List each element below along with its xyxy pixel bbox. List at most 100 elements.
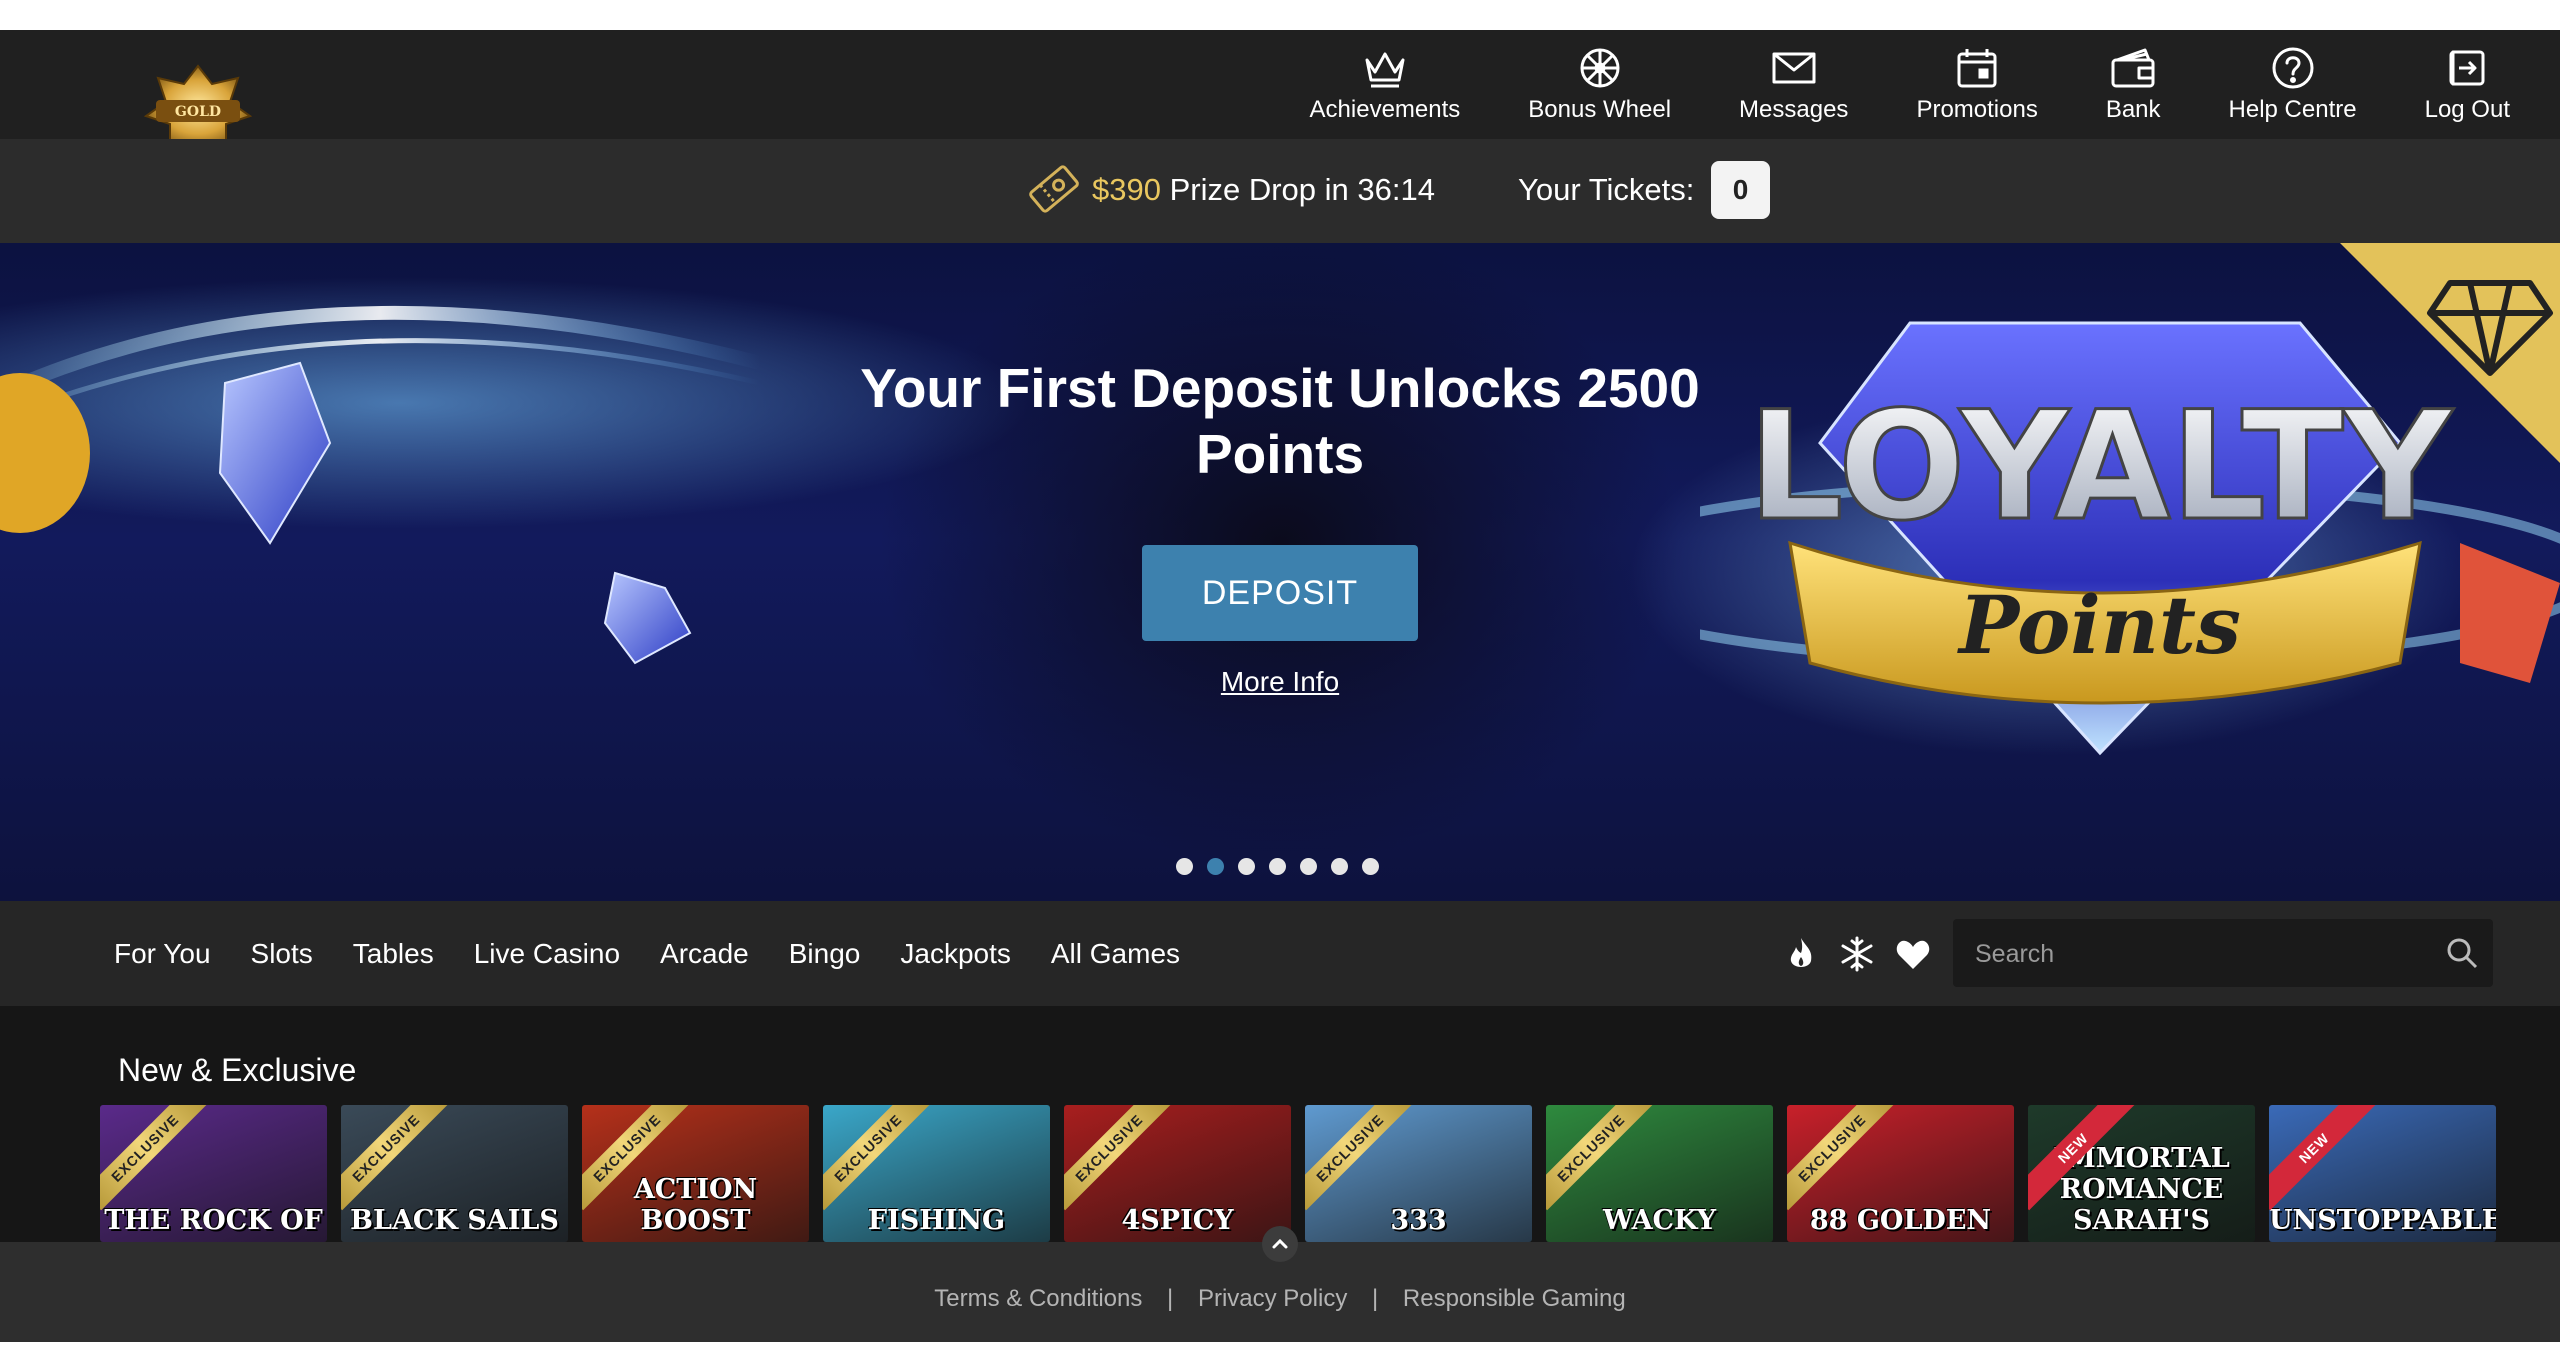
nav-bonus-wheel-label: Bonus Wheel: [1528, 95, 1672, 123]
exclusive-badge: EXCLUSIVE: [1546, 1105, 1654, 1211]
tab-for-you[interactable]: For You: [94, 938, 231, 970]
calendar-icon: [1957, 48, 1997, 87]
nav-help-centre-label: Help Centre: [2228, 95, 2357, 123]
bottom-strip: [0, 1342, 2560, 1371]
game-tile-name: 88 GOLDEN: [1809, 1205, 1992, 1236]
carousel-dot-active[interactable]: [1207, 858, 1224, 875]
prize-amount: $390: [1092, 172, 1161, 207]
game-tile[interactable]: 333 EXCLUSIVE: [1305, 1105, 1532, 1242]
nav-promotions-label: Promotions: [1916, 95, 2038, 123]
top-nav: Achievements Bonus Wheel Messages Promot…: [1276, 30, 2544, 139]
carousel-dot[interactable]: [1300, 858, 1317, 875]
tab-all-games[interactable]: All Games: [1031, 938, 1200, 970]
game-tile-name: UNSTOPPABLE: [2269, 1205, 2496, 1236]
more-info-link[interactable]: More Info: [1180, 666, 1380, 698]
crown-icon: [1365, 52, 1405, 87]
scroll-up-button[interactable]: [1262, 1226, 1298, 1262]
tab-tables[interactable]: Tables: [333, 938, 454, 970]
carousel-dot[interactable]: [1331, 858, 1348, 875]
nav-bonus-wheel[interactable]: Bonus Wheel: [1494, 30, 1705, 139]
game-tile[interactable]: FISHING EXCLUSIVE: [823, 1105, 1050, 1242]
search-icon[interactable]: [2445, 936, 2479, 970]
game-tile-name: WACKY: [1602, 1205, 1717, 1236]
envelope-icon: [1772, 52, 1816, 83]
nav-achievements[interactable]: Achievements: [1276, 30, 1495, 139]
exclusive-badge: EXCLUSIVE: [1787, 1105, 1895, 1211]
header: GOLD Achievements Bonus Wheel Messages P…: [0, 30, 2560, 149]
exclusive-badge: EXCLUSIVE: [823, 1105, 931, 1211]
ticket-icon: [1029, 165, 1079, 213]
prize-countdown: Prize Drop in 36:14: [1169, 172, 1435, 207]
exclusive-badge: EXCLUSIVE: [1305, 1105, 1413, 1211]
wallet-icon: [2111, 48, 2155, 87]
mummys-gold-logo[interactable]: GOLD: [142, 64, 254, 150]
privacy-link[interactable]: Privacy Policy: [1198, 1285, 1347, 1312]
footer-separator: |: [1372, 1285, 1379, 1312]
nav-log-out[interactable]: Log Out: [2391, 30, 2544, 139]
page: GOLD Achievements Bonus Wheel Messages P…: [0, 0, 2560, 1371]
loyalty-art-subtitle: Points: [1957, 578, 2241, 672]
wheel-icon: [1580, 48, 1620, 87]
game-tile-name: ACTION BOOST: [633, 1174, 758, 1236]
snowflake-icon[interactable]: [1838, 935, 1876, 973]
footer-separator: |: [1167, 1285, 1174, 1312]
nav-log-out-label: Log Out: [2424, 95, 2510, 123]
heart-icon[interactable]: [1894, 935, 1932, 973]
game-tile[interactable]: 4SPICY EXCLUSIVE: [1064, 1105, 1291, 1242]
game-tile-name: 333: [1390, 1205, 1447, 1236]
carousel-dot[interactable]: [1238, 858, 1255, 875]
responsible-gaming-link[interactable]: Responsible Gaming: [1403, 1285, 1626, 1312]
flame-icon[interactable]: [1782, 935, 1820, 973]
game-tiles: THE ROCK OF EXCLUSIVE BLACK SAILS EXCLUSIVE…: [100, 1105, 2496, 1242]
hero-left-decoration: [0, 305, 760, 665]
game-tile[interactable]: 88 GOLDEN EXCLUSIVE: [1787, 1105, 2014, 1242]
nav-messages[interactable]: Messages: [1705, 30, 1882, 139]
game-tile[interactable]: WACKY EXCLUSIVE: [1546, 1105, 1773, 1242]
search-box: [1953, 919, 2493, 989]
loyalty-corner-badge: [2340, 243, 2560, 463]
prize-drop-text: $390 Prize Drop in 36:14: [1092, 172, 1435, 208]
game-tile[interactable]: IMMORTAL ROMANCE SARAH'S NEW: [2028, 1105, 2255, 1242]
game-tile[interactable]: BLACK SAILS EXCLUSIVE: [341, 1105, 568, 1242]
carousel-dot[interactable]: [1362, 858, 1379, 875]
nav-messages-label: Messages: [1739, 95, 1849, 123]
tab-bingo[interactable]: Bingo: [769, 938, 881, 970]
svg-text:GOLD: GOLD: [175, 104, 221, 120]
new-badge: NEW: [2269, 1105, 2377, 1211]
nav-bank-label: Bank: [2105, 95, 2161, 123]
nav-achievements-label: Achievements: [1309, 95, 1461, 123]
search-input[interactable]: [1973, 919, 2417, 989]
tab-jackpots[interactable]: Jackpots: [880, 938, 1031, 970]
tickets-count: 0: [1711, 161, 1770, 219]
carousel-dot[interactable]: [1269, 858, 1286, 875]
nav-promotions[interactable]: Promotions: [1882, 30, 2071, 139]
game-tile-name: 4SPICY: [1121, 1205, 1234, 1236]
logout-icon: [2449, 50, 2485, 85]
category-tabs: For You Slots Tables Live Casino Arcade …: [94, 901, 1200, 1006]
top-strip: [0, 0, 2560, 30]
game-tile[interactable]: THE ROCK OF EXCLUSIVE: [100, 1105, 327, 1242]
filter-icons: [1782, 901, 1932, 1006]
exclusive-badge: EXCLUSIVE: [1064, 1105, 1172, 1211]
nav-bank[interactable]: Bank: [2072, 30, 2195, 139]
game-tile-name: FISHING: [867, 1205, 1006, 1236]
chevron-up-icon: [1272, 1238, 1288, 1249]
section-title: New & Exclusive: [118, 1052, 357, 1088]
game-tile-name: THE ROCK OF: [104, 1205, 323, 1236]
game-tile-name: BLACK SAILS: [350, 1205, 559, 1236]
exclusive-badge: EXCLUSIVE: [100, 1105, 208, 1211]
tab-arcade[interactable]: Arcade: [640, 938, 769, 970]
exclusive-badge: EXCLUSIVE: [341, 1105, 449, 1211]
tab-live-casino[interactable]: Live Casino: [454, 938, 640, 970]
deposit-button[interactable]: DEPOSIT: [1142, 545, 1418, 641]
game-tile[interactable]: ACTION BOOST EXCLUSIVE: [582, 1105, 809, 1242]
tickets-label: Your Tickets:: [1518, 172, 1695, 207]
carousel-dots: [1176, 858, 1379, 875]
terms-link[interactable]: Terms & Conditions: [934, 1285, 1142, 1312]
question-icon: [2272, 47, 2314, 88]
nav-help-centre[interactable]: Help Centre: [2195, 30, 2391, 139]
tab-slots[interactable]: Slots: [231, 938, 333, 970]
game-tile[interactable]: UNSTOPPABLE NEW: [2269, 1105, 2496, 1242]
carousel-dot[interactable]: [1176, 858, 1193, 875]
hero-title: Your First Deposit Unlocks 2500 Points: [860, 357, 1700, 485]
